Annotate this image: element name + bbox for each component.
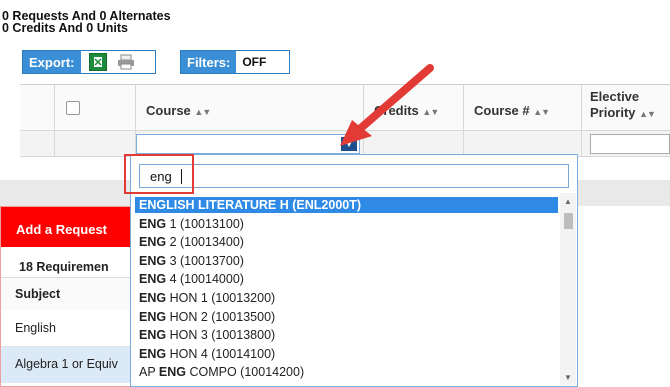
course-option[interactable]: ENG HON 2 (10013500) [135, 309, 558, 325]
course-option[interactable]: AP ENG COMPO (10014200) [135, 364, 558, 380]
course-header-label: Course [146, 103, 191, 118]
requirements-count: 18 Requiremen [19, 260, 109, 274]
elective-header-label: Elective [590, 89, 640, 104]
course-option[interactable]: ENG 3 (10013700) [135, 253, 558, 269]
option-suffix: 2 (10013400) [166, 235, 244, 250]
subject-cell: Algebra 1 or Equiv [15, 357, 118, 371]
sort-icon: ▲▼ [194, 107, 211, 117]
option-match: ENG [139, 272, 167, 287]
option-suffix: HON 2 (10013500) [166, 309, 276, 324]
subject-header: Subject [15, 287, 61, 301]
option-match: ENG [139, 198, 167, 212]
subject-header-row: Subject [1, 277, 141, 311]
select-all-header [55, 85, 136, 131]
course-number-header-label: Course # [474, 103, 530, 118]
export-label: Export: [23, 51, 81, 73]
course-column-header[interactable]: Course ▲▼ [136, 85, 364, 131]
request-summary: 0 Requests And 0 Alternates 0 Credits An… [2, 10, 171, 35]
sort-icon: ▲▼ [639, 109, 656, 119]
option-suffix: 4 (10014000) [166, 272, 244, 287]
course-number-column-header[interactable]: Course # ▲▼ [464, 85, 582, 131]
annotation-arrow-icon [340, 64, 434, 146]
option-suffix: HON 4 (10014100) [166, 346, 276, 361]
priority-header-label: Priority [590, 105, 636, 120]
course-option[interactable]: ENGLISH LITERATURE H (ENL2000T) [135, 197, 558, 213]
option-match: ENG [139, 291, 167, 305]
filters-group[interactable]: Filters: OFF [180, 50, 290, 74]
dropdown-scrollbar[interactable]: ▲ ▼ [560, 193, 576, 385]
option-match: ENG [139, 235, 167, 250]
table-row[interactable]: English [1, 310, 141, 347]
subject-cell: English [15, 321, 56, 335]
option-suffix: 3 (10013700) [166, 253, 244, 268]
priority-filter-cell [582, 131, 670, 157]
option-match: ENG [139, 216, 167, 231]
credits-count: 0 Credits And 0 Units [2, 21, 128, 35]
select-all-checkbox[interactable] [66, 101, 80, 115]
option-suffix: HON 1 (10013200) [166, 291, 276, 305]
elective-priority-column-header[interactable]: Elective Priority ▲▼ [582, 85, 670, 131]
option-match: ENG [139, 346, 167, 361]
option-suffix: LISH LITERATURE H (ENL2000T) [166, 198, 362, 212]
course-search-input[interactable]: eng [139, 164, 569, 188]
filters-value[interactable]: OFF [236, 55, 272, 69]
scroll-down-icon[interactable]: ▼ [564, 373, 572, 382]
search-highlight [124, 154, 194, 194]
sort-icon: ▲▼ [533, 107, 550, 117]
add-request-header: Add a Request [1, 207, 141, 247]
print-icon[interactable] [117, 54, 135, 70]
option-match: ENG [139, 253, 167, 268]
option-match: ENG [139, 309, 167, 324]
annotation-box [124, 154, 203, 196]
option-suffix: COMPO (10014200) [186, 365, 305, 380]
filter-cell [20, 131, 55, 157]
filters-label: Filters: [181, 51, 237, 73]
add-request-title: Add a Request [16, 222, 108, 237]
option-match: ENG [158, 365, 187, 380]
scroll-up-icon[interactable]: ▲ [564, 197, 572, 206]
grid-blank-header [20, 85, 55, 131]
export-group: Export: [22, 50, 156, 74]
course-option[interactable]: ENG 2 (10013400) [135, 234, 558, 250]
course-option[interactable]: ENG HON 1 (10013200) [135, 290, 558, 306]
add-request-panel: Add a Request 18 Requiremen Subject Engl… [0, 206, 141, 387]
option-prefix: AP [139, 365, 159, 380]
course-option[interactable]: ENG HON 4 (10014100) [135, 346, 558, 362]
table-row[interactable]: Algebra 1 or Equiv [1, 347, 141, 383]
course-option[interactable]: ENG HON 3 (10013800) [135, 327, 558, 343]
option-suffix: 1 (10013100) [166, 216, 244, 231]
option-suffix: HON 3 (10013800) [166, 328, 276, 343]
course-filter-select[interactable]: ▼ [136, 134, 360, 154]
course-option[interactable]: ENG 1 (10013100) [135, 216, 558, 232]
scrollbar-thumb[interactable] [564, 213, 573, 229]
priority-filter-input[interactable] [590, 134, 670, 154]
course-option[interactable]: ENG 4 (10014000) [135, 271, 558, 287]
option-match: ENG [139, 328, 167, 343]
excel-export-icon[interactable] [88, 53, 107, 71]
